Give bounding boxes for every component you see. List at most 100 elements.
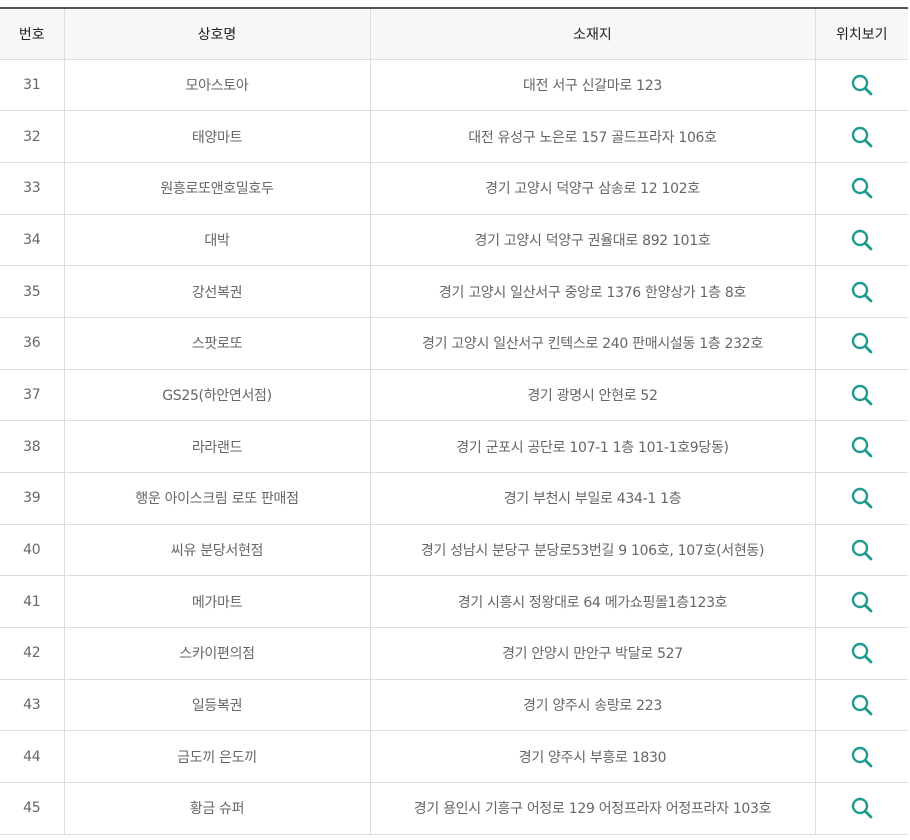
table-row: 42 스카이편의점 경기 안양시 만안구 박달로 527 [0, 627, 908, 680]
search-icon [851, 488, 873, 509]
row-location-cell [814, 59, 908, 112]
row-address: 경기 고양시 덕양구 권율대로 892 101호 [369, 214, 815, 267]
row-location-cell [814, 679, 908, 732]
search-icon [851, 126, 873, 147]
row-store-name: 강선복권 [63, 265, 370, 318]
row-number: 38 [0, 420, 64, 473]
row-store-name: 일등복권 [63, 679, 370, 732]
search-icon [851, 384, 873, 406]
search-icon [851, 178, 873, 199]
search-icon [851, 436, 873, 458]
table-row: 45 황금 슈퍼 경기 용인시 기흥구 어정로 129 어정프라자 어정프라자 10… [0, 782, 908, 835]
row-address: 경기 고양시 일산서구 중앙로 1376 한양상가 1층 8호 [369, 265, 815, 318]
row-store-name: 행운 아이스크림 로또 판매점 [63, 472, 370, 525]
row-location-cell [814, 575, 908, 629]
search-icon [851, 694, 873, 716]
view-location-button[interactable] [850, 73, 874, 97]
row-number: 32 [0, 110, 64, 163]
row-number: 37 [0, 369, 64, 422]
row-number: 35 [0, 265, 64, 318]
search-icon [851, 643, 873, 664]
row-number: 42 [0, 627, 64, 680]
row-address: 대전 서구 신갈마로 123 [369, 59, 815, 112]
row-number: 41 [0, 575, 64, 629]
row-location-cell [814, 265, 908, 318]
table-row: 31 모아스토아 대전 서구 신갈마로 123 [0, 59, 908, 112]
view-location-button[interactable] [850, 383, 874, 407]
row-store-name: 황금 슈퍼 [63, 782, 370, 835]
view-location-button[interactable] [850, 125, 874, 149]
row-address: 경기 용인시 기흥구 어정로 129 어정프라자 어정프라자 103호 [369, 782, 815, 835]
view-location-button[interactable] [850, 280, 874, 304]
table-row: 33 원흥로또앤호밀호두 경기 고양시 덕양구 삼송로 12 102호 [0, 162, 908, 215]
row-number: 33 [0, 162, 64, 215]
row-address: 경기 안양시 만안구 박달로 527 [369, 627, 815, 680]
table-row: 36 스팟로또 경기 고양시 일산서구 킨텍스로 240 판매시설동 1층 232호 [0, 317, 908, 370]
table-row: 44 금도끼 은도끼 경기 양주시 부흥로 1830 [0, 730, 908, 784]
table-header: 번호 상호명 소재지 위치보기 [0, 7, 908, 60]
row-address: 경기 군포시 공단로 107-1 1층 101-1호9당동) [369, 420, 815, 473]
row-location-cell [814, 162, 908, 215]
store-table: 번호 상호명 소재지 위치보기 31 모아스토아 대전 서구 신갈마로 123 32 태… [0, 7, 908, 835]
view-location-button[interactable] [850, 176, 874, 200]
row-store-name: 라라랜드 [63, 420, 370, 473]
row-store-name: 씨유 분당서현점 [63, 524, 370, 577]
table-row: 39 행운 아이스크림 로또 판매점 경기 부천시 부일로 434-1 1층 [0, 472, 908, 525]
table-row: 35 강선복권 경기 고양시 일산서구 중앙로 1376 한양상가 1층 8호 [0, 265, 908, 318]
table-row: 43 일등복권 경기 양주시 송랑로 223 [0, 679, 908, 732]
row-address: 경기 성남시 분당구 분당로53번길 9 106호, 107호(서현동) [369, 524, 815, 577]
search-icon [851, 746, 873, 768]
search-icon [851, 333, 873, 354]
search-icon [851, 591, 873, 613]
table-row: 40 씨유 분당서현점 경기 성남시 분당구 분당로53번길 9 106호, 107… [0, 524, 908, 577]
search-icon [851, 281, 873, 302]
row-store-name: 스카이편의점 [63, 627, 370, 680]
row-address: 경기 양주시 부흥로 1830 [369, 730, 815, 784]
header-view-location: 위치보기 [814, 7, 908, 60]
row-store-name: 메가마트 [63, 575, 370, 629]
row-store-name: 원흥로또앤호밀호두 [63, 162, 370, 215]
row-location-cell [814, 730, 908, 784]
view-location-button[interactable] [850, 745, 874, 769]
row-store-name: 태양마트 [63, 110, 370, 163]
view-location-button[interactable] [850, 693, 874, 717]
row-number: 34 [0, 214, 64, 267]
view-location-button[interactable] [850, 590, 874, 614]
table-row: 37 GS25(하안연서점) 경기 광명시 안현로 52 [0, 369, 908, 422]
row-location-cell [814, 110, 908, 163]
table-row: 32 태양마트 대전 유성구 노은로 157 골드프라자 106호 [0, 110, 908, 163]
view-location-button[interactable] [850, 331, 874, 355]
row-address: 경기 부천시 부일로 434-1 1층 [369, 472, 815, 525]
row-number: 45 [0, 782, 64, 835]
header-address: 소재지 [369, 7, 815, 60]
search-icon [851, 229, 873, 251]
table-row: 38 라라랜드 경기 군포시 공단로 107-1 1층 101-1호9당동) [0, 420, 908, 473]
row-store-name: GS25(하안연서점) [63, 369, 370, 422]
view-location-button[interactable] [850, 641, 874, 665]
header-store-name: 상호명 [63, 7, 370, 60]
view-location-button[interactable] [850, 796, 874, 820]
view-location-button[interactable] [850, 435, 874, 459]
search-icon [851, 798, 873, 819]
row-location-cell [814, 317, 908, 370]
view-location-button[interactable] [850, 486, 874, 510]
row-number: 40 [0, 524, 64, 577]
row-store-name: 모아스토아 [63, 59, 370, 112]
row-address: 경기 고양시 일산서구 킨텍스로 240 판매시설동 1층 232호 [369, 317, 815, 370]
view-location-button[interactable] [850, 538, 874, 562]
header-row: 번호 상호명 소재지 위치보기 [0, 7, 908, 60]
store-list: 번호 상호명 소재지 위치보기 31 모아스토아 대전 서구 신갈마로 123 32 태… [0, 0, 908, 835]
row-number: 39 [0, 472, 64, 525]
row-number: 43 [0, 679, 64, 732]
view-location-button[interactable] [850, 228, 874, 252]
row-address: 대전 유성구 노은로 157 골드프라자 106호 [369, 110, 815, 163]
table-body: 31 모아스토아 대전 서구 신갈마로 123 32 태양마트 대전 유성구 노은로 15… [0, 59, 908, 835]
row-location-cell [814, 369, 908, 422]
row-number: 31 [0, 59, 64, 112]
row-location-cell [814, 524, 908, 577]
row-store-name: 대박 [63, 214, 370, 267]
row-store-name: 스팟로또 [63, 317, 370, 370]
row-location-cell [814, 472, 908, 525]
row-address: 경기 고양시 덕양구 삼송로 12 102호 [369, 162, 815, 215]
row-number: 36 [0, 317, 64, 370]
